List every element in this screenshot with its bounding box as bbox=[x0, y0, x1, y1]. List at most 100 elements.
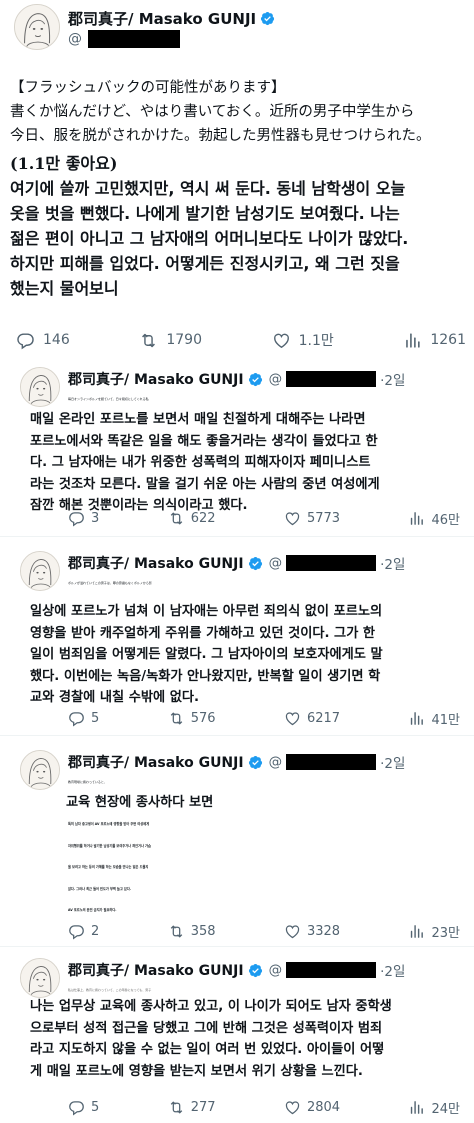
retweet-button[interactable]: 358 bbox=[168, 922, 216, 941]
like-button[interactable]: 1.1만 bbox=[272, 330, 334, 350]
author-name-row[interactable]: 郡司真子/ Masako GUNJI bbox=[68, 8, 275, 29]
reply-count: 3 bbox=[91, 511, 100, 526]
translation-line: 일이 범죄임을 어떻게든 알렸다. 그 남자아이의 보호자에게도 말 bbox=[30, 647, 383, 662]
translation-line: 다. 그 남자애는 내가 위중한 성폭력의 피해자이자 페미니스트 bbox=[30, 455, 371, 470]
redacted-handle bbox=[286, 754, 377, 770]
reply-handle[interactable]: @ bbox=[269, 962, 283, 978]
reply-author-name[interactable]: 郡司真子/ Masako GUNJI bbox=[68, 369, 244, 389]
retweet-icon bbox=[168, 1099, 185, 1116]
reply-handle[interactable]: @ bbox=[269, 754, 283, 770]
views-icon bbox=[408, 510, 425, 527]
translation-line: 하지만 피해를 입었다. 어떻게든 진정시키고, 왜 그런 짓을 bbox=[10, 254, 400, 273]
reply-button[interactable]: 146 bbox=[16, 330, 70, 350]
reply-date[interactable]: ·2일 bbox=[380, 553, 405, 573]
translation-line: 게 매일 포르노에 영향을 받는지 보면서 위기 상황을 느낀다. bbox=[30, 1063, 363, 1079]
translation-line: 자위행위를 하거나 발기한 남성기를 보여주거나 껴안거나 가슴 bbox=[68, 843, 151, 848]
reply-body: ポルノが溢れていてこの男子は、罪の意識もなくポルノから影 bbox=[68, 573, 472, 593]
views-button[interactable]: 46만 bbox=[408, 509, 460, 528]
reply-translation: 나는 업무상 교육에 종사하고 있고, 이 나이가 되어도 남자 중학생 으로부… bbox=[30, 996, 470, 1082]
translation-line: 특히 남자 중고생이 AV 포르노에 영향을 받아 주변 여성에게 bbox=[68, 822, 150, 826]
translation-line: 으로부터 성적 접근을 당했고 그에 반해 그것은 성폭력이자 범죄 bbox=[30, 1020, 383, 1036]
views-icon bbox=[403, 331, 422, 350]
divider bbox=[0, 735, 474, 736]
retweet-count: 277 bbox=[190, 1100, 216, 1115]
views-count: 41만 bbox=[431, 713, 460, 728]
reply-date[interactable]: ·2일 bbox=[380, 369, 405, 389]
reply-author-name[interactable]: 郡司真子/ Masako GUNJI bbox=[68, 752, 244, 772]
like-count: 6217 bbox=[306, 711, 341, 726]
reply-avatar-image bbox=[21, 368, 59, 406]
translation-line: 않다. 그러나 최근 들어 빈도가 부쩍 늘고 있다. bbox=[68, 886, 131, 891]
reply-author-name[interactable]: 郡司真子/ Masako GUNJI bbox=[68, 960, 244, 980]
reply-count: 5 bbox=[91, 1100, 100, 1115]
reply-actions: 3 622 5773 46만 bbox=[68, 509, 460, 528]
reply-date[interactable]: ·2일 bbox=[380, 960, 405, 980]
reply-button[interactable]: 5 bbox=[68, 1098, 99, 1117]
redacted-handle bbox=[286, 371, 377, 387]
reply-actions: 5 277 2804 24만 bbox=[68, 1098, 460, 1117]
reply-date[interactable]: ·2일 bbox=[380, 752, 405, 772]
views-button[interactable]: 23만 bbox=[408, 922, 460, 941]
translation-line: 일상에 포르노가 넘쳐 이 남자애는 아무런 죄의식 없이 포르노의 bbox=[30, 604, 383, 619]
reply-avatar[interactable] bbox=[20, 367, 60, 407]
author-handle[interactable]: @ bbox=[68, 30, 180, 48]
translation-line: 했다. 이번에는 녹음/녹화가 안나왔지만, 반복할 일이 생기면 학 bbox=[30, 668, 381, 684]
reply-avatar-image bbox=[21, 959, 59, 997]
retweet-button[interactable]: 1790 bbox=[139, 330, 202, 350]
retweet-icon bbox=[168, 923, 185, 940]
views-button[interactable]: 1261 bbox=[403, 330, 466, 350]
views-count: 1261 bbox=[430, 332, 466, 348]
reply-name-row: 郡司真子/ Masako GUNJI @ ·2일 bbox=[68, 369, 405, 389]
translation-line: 을 보려고 하는 등의 가해를 하는 모습을 만나는 일은 드물지 bbox=[68, 865, 149, 869]
reply-author-name[interactable]: 郡司真子/ Masako GUNJI bbox=[68, 553, 244, 573]
views-count: 23만 bbox=[431, 926, 460, 941]
reply-translation: 교육 현장에 종사하다 보면 bbox=[66, 792, 470, 814]
verified-badge-icon bbox=[248, 372, 263, 387]
translation-line: 영향을 받아 캐주얼하게 주위를 가해하고 있던 것이다. 그가 한 bbox=[30, 625, 376, 641]
views-icon bbox=[408, 710, 425, 727]
reply-button[interactable]: 3 bbox=[68, 509, 99, 528]
reply-handle[interactable]: @ bbox=[269, 371, 283, 387]
tweet-jp-line: 書くか悩んだけど、やはり書いておく。近所の男子中学生から bbox=[10, 104, 415, 120]
reply-button[interactable]: 5 bbox=[68, 709, 99, 728]
redacted-handle bbox=[286, 962, 377, 978]
reply-avatar[interactable] bbox=[20, 750, 60, 790]
tweet-actions: 146 1790 1.1만 1261 bbox=[16, 330, 466, 350]
translation-line: 여기에 쓸까 고민했지만, 역시 써 둔다. 동네 남학생이 오늘 bbox=[10, 179, 406, 198]
reply-avatar[interactable] bbox=[20, 958, 60, 998]
reply-button[interactable]: 2 bbox=[68, 922, 99, 941]
retweet-count: 576 bbox=[190, 711, 216, 726]
reply-count: 5 bbox=[91, 711, 100, 726]
translation-line: 포르노에서와 똑같은 일을 해도 좋을거라는 생각이 들었다고 한 bbox=[30, 433, 378, 449]
translation-line: 라는 것조차 모른다. 말을 걸기 쉬운 아는 사람의 중년 여성에게 bbox=[30, 476, 380, 492]
views-icon bbox=[408, 923, 425, 940]
reply-avatar-image bbox=[21, 552, 59, 590]
retweet-icon bbox=[168, 710, 185, 727]
retweet-button[interactable]: 576 bbox=[168, 709, 216, 728]
divider bbox=[0, 536, 474, 537]
translation-line: 했는지 물어보니 bbox=[10, 279, 119, 298]
author-avatar[interactable] bbox=[14, 4, 60, 50]
reply-jp-line: 毎日オンラインポルノを観ていて、日々親切にしてくれる私 bbox=[68, 397, 149, 401]
translation-line: AV 포르노의 완전 금지가 필요하다. bbox=[68, 908, 117, 912]
like-button[interactable]: 6217 bbox=[284, 709, 340, 728]
retweet-button[interactable]: 622 bbox=[168, 509, 216, 528]
translation-line: 옷을 벗을 뻔했다. 나에게 발기한 남성기도 보여줬다. 나는 bbox=[10, 204, 400, 223]
verified-badge-icon bbox=[248, 755, 263, 770]
retweet-button[interactable]: 277 bbox=[168, 1098, 216, 1117]
views-button[interactable]: 24만 bbox=[408, 1098, 460, 1117]
reply-name-row: 郡司真子/ Masako GUNJI @ ·2일 bbox=[68, 752, 405, 772]
like-button[interactable]: 2804 bbox=[284, 1098, 340, 1117]
like-icon bbox=[284, 1099, 301, 1116]
reply-avatar[interactable] bbox=[20, 551, 60, 591]
like-button[interactable]: 3328 bbox=[284, 922, 340, 941]
reply-translation: 매일 온라인 포르노를 보면서 매일 친절하게 대해주는 나라면 포르노에서와 … bbox=[30, 409, 466, 517]
reply-count: 146 bbox=[43, 332, 70, 348]
translation-line: 교육 현장에 종사하다 보면 bbox=[66, 795, 214, 810]
like-count: 5773 bbox=[306, 511, 341, 526]
views-button[interactable]: 41만 bbox=[408, 709, 460, 728]
reply-body: 毎日オンラインポルノを観ていて、日々親切にしてくれる私 bbox=[68, 389, 472, 409]
reply-handle[interactable]: @ bbox=[269, 555, 283, 571]
author-name[interactable]: 郡司真子/ Masako GUNJI bbox=[68, 8, 256, 29]
like-button[interactable]: 5773 bbox=[284, 509, 340, 528]
